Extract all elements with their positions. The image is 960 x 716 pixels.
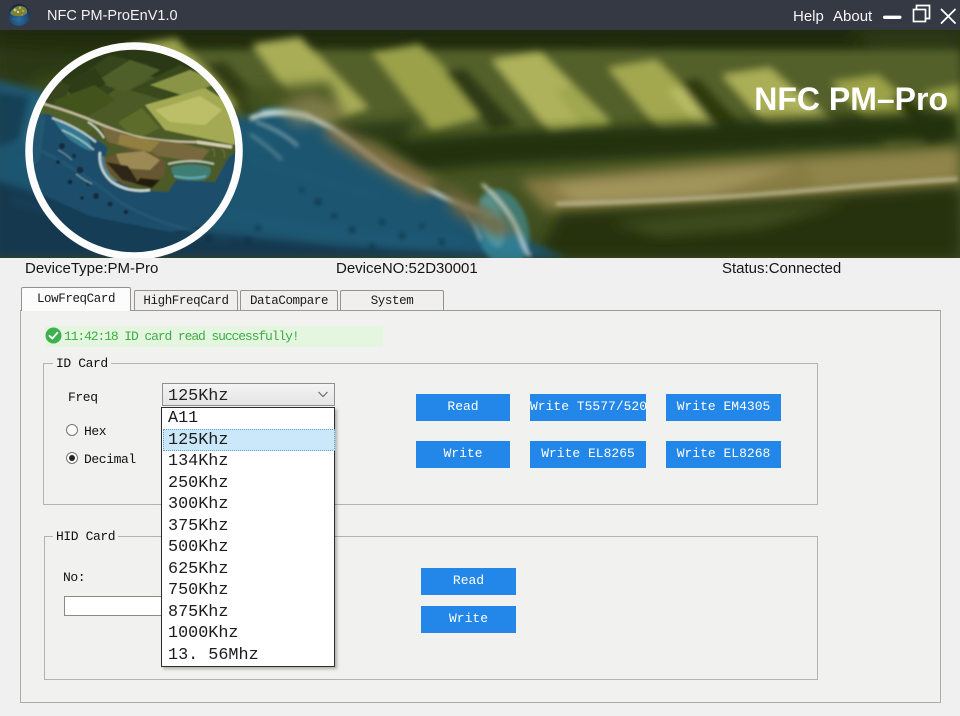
svg-text:NFC PM–Pro: NFC PM–Pro <box>754 81 948 117</box>
